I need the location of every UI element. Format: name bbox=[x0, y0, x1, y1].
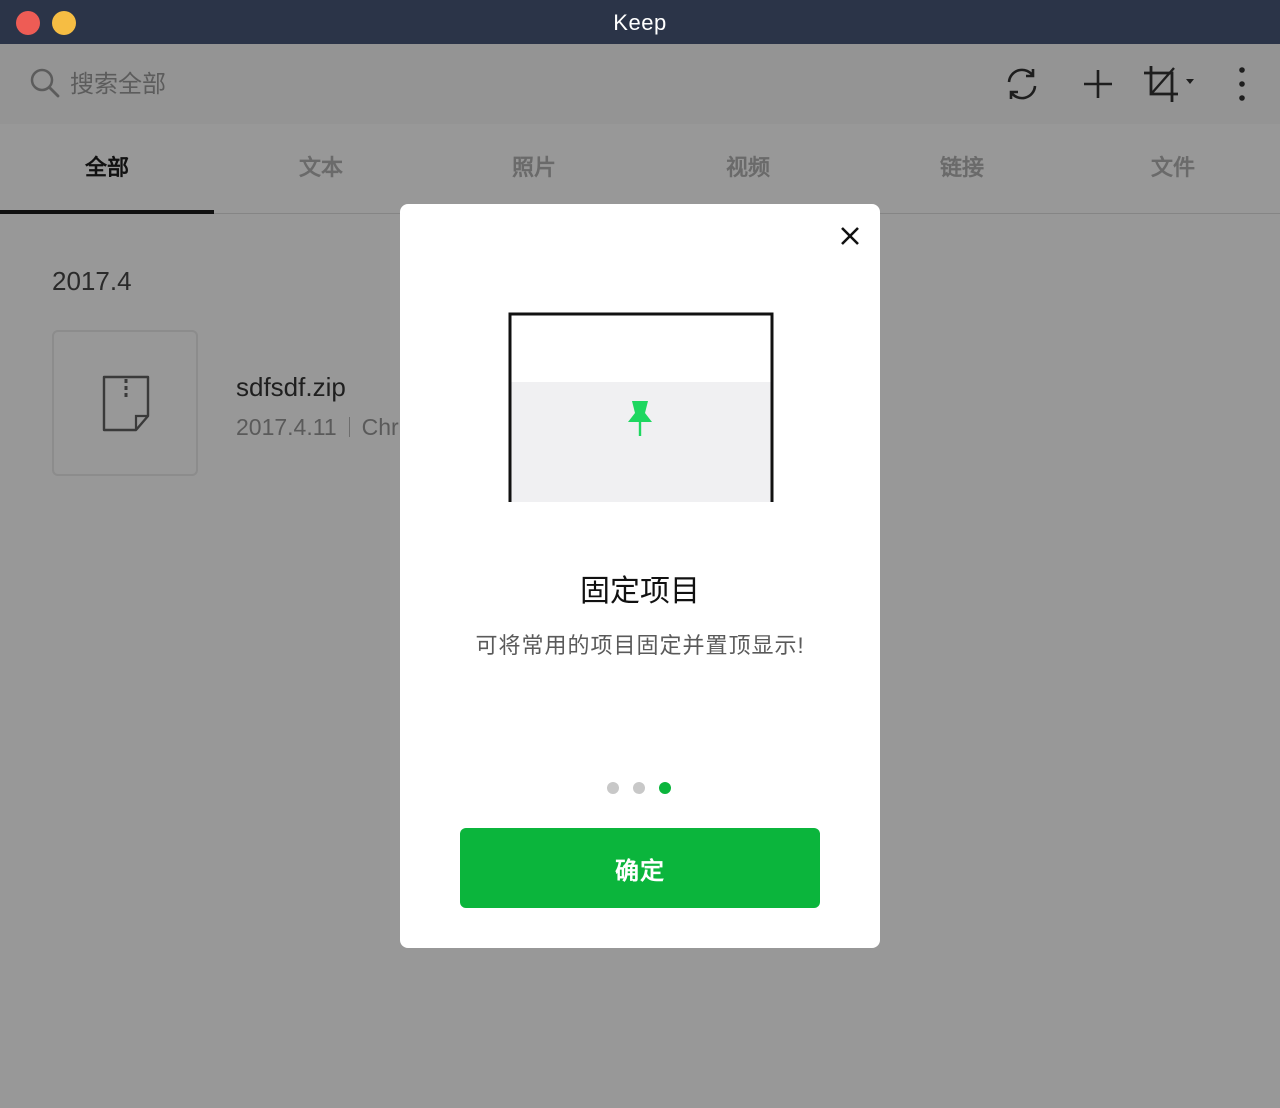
confirm-button[interactable]: 确定 bbox=[460, 828, 820, 908]
add-icon[interactable] bbox=[1078, 64, 1118, 104]
meta-divider bbox=[348, 417, 350, 437]
search-icon[interactable] bbox=[30, 68, 60, 98]
file-thumbnail[interactable] bbox=[52, 330, 198, 476]
more-vertical-icon[interactable] bbox=[1232, 64, 1252, 104]
file-meta: 2017.4.11 Chr bbox=[236, 414, 399, 441]
section-date-header: 2017.4 bbox=[52, 266, 132, 296]
file-date: 2017.4.11 bbox=[236, 414, 337, 440]
tab-links[interactable]: 链接 bbox=[855, 124, 1069, 213]
file-name[interactable]: sdfsdf.zip bbox=[236, 372, 346, 403]
tab-files[interactable]: 文件 bbox=[1066, 124, 1280, 213]
page-dot-2[interactable] bbox=[633, 782, 645, 794]
close-icon[interactable] bbox=[832, 218, 868, 254]
chevron-down-icon bbox=[1186, 79, 1194, 84]
tab-photos[interactable]: 照片 bbox=[427, 124, 641, 213]
tab-videos[interactable]: 视频 bbox=[641, 124, 855, 213]
zip-file-icon bbox=[102, 375, 150, 432]
refresh-icon[interactable] bbox=[1002, 64, 1042, 104]
category-tabs: 全部 文本 照片 视频 链接 文件 bbox=[0, 124, 1280, 214]
page-dot-1[interactable] bbox=[607, 782, 619, 794]
toolbar: 搜索全部 bbox=[0, 44, 1280, 124]
tab-all[interactable]: 全部 bbox=[0, 124, 214, 213]
search-input[interactable]: 搜索全部 bbox=[70, 68, 166, 102]
dialog-description: 可将常用的项目固定并置顶显示! bbox=[475, 633, 805, 658]
dialog-title: 固定项目 bbox=[580, 575, 700, 608]
tab-text[interactable]: 文本 bbox=[214, 124, 428, 213]
crop-icon[interactable] bbox=[1142, 64, 1198, 104]
file-source: Chr bbox=[361, 414, 399, 440]
window-title: Keep bbox=[613, 10, 667, 35]
pin-illustration bbox=[508, 312, 774, 502]
page-dot-3[interactable] bbox=[659, 782, 671, 794]
title-bar: Keep bbox=[0, 0, 1280, 44]
pin-items-dialog: 固定项目 可将常用的项目固定并置顶显示! 确定 bbox=[400, 204, 880, 948]
